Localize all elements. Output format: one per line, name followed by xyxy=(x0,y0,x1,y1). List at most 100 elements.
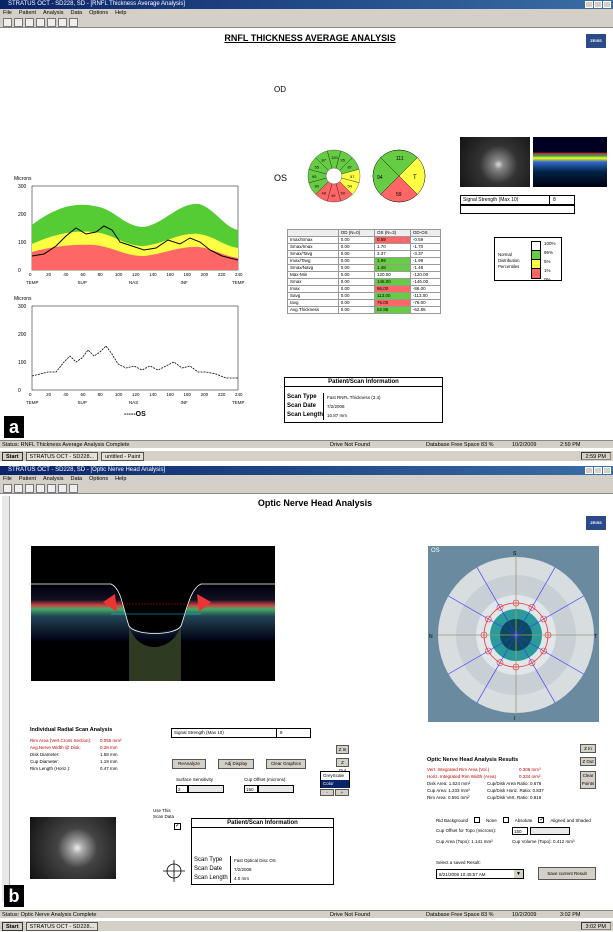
table-cell: -113.00 xyxy=(409,292,442,300)
z-in-button-right[interactable]: Z In xyxy=(580,744,596,753)
absolute-checkbox[interactable] xyxy=(502,817,509,823)
patient-info-labels: Scan Type Scan Date Scan Length xyxy=(287,393,323,420)
zeiss-logo: ZEISS xyxy=(586,516,606,530)
graph-icon[interactable] xyxy=(69,18,78,27)
window-title: STRATUS OCT - SD228, SD - [RNFL Thicknes… xyxy=(8,1,186,7)
cup-offset-topo-input[interactable]: 150 xyxy=(512,827,528,835)
greyscale-option[interactable]: GreyScale xyxy=(321,772,349,780)
legend-labels: 100% 95% 5% 1% 0% xyxy=(544,239,556,284)
surface-sensitivity-slider[interactable] xyxy=(188,785,224,793)
row-label: Disk Diameter: xyxy=(30,752,60,757)
cup-offset-topo-slider[interactable] xyxy=(530,827,570,835)
table-header-cell: OD-OS xyxy=(409,229,442,237)
menu-patient[interactable]: Patient xyxy=(19,475,36,483)
table-cell: 0.00 xyxy=(337,285,376,293)
adj-display-button[interactable]: Adj Display xyxy=(218,759,254,769)
clear-points-button[interactable]: Clear Points xyxy=(580,771,596,789)
x-tick-label: 140 xyxy=(149,272,157,277)
aligned-checkbox[interactable]: ✓ xyxy=(538,817,544,823)
z-out-button[interactable]: Z Out xyxy=(336,758,349,773)
panel-label-b: b xyxy=(4,885,24,907)
use-scan-checkbox[interactable]: ✓ xyxy=(174,823,181,830)
radial-scan-row: Rim Area (Vert.Cross Section): 0.055 mm² xyxy=(30,737,122,744)
table-cell: -120.00 xyxy=(409,271,442,279)
print-icon[interactable] xyxy=(25,484,34,493)
status-bar: Status: Optic Nerve Analysis Complete Dr… xyxy=(0,910,613,918)
maximize-button[interactable] xyxy=(594,1,602,8)
start-button[interactable]: Start xyxy=(2,921,23,931)
status-bar: Status: RNFL Thickness Average Analysis … xyxy=(0,440,613,448)
taskbar: Start STRATUS OCT - SD228... 3:02 PM xyxy=(0,920,613,931)
clear-graphics-button[interactable]: Clear Graphics xyxy=(266,759,306,769)
z-out-button-right[interactable]: Z Out xyxy=(580,757,596,766)
x-tick-label: 40 xyxy=(63,272,69,277)
reanalyze-button[interactable]: ReAnalyze xyxy=(172,759,206,769)
compass-s: S xyxy=(513,551,517,557)
open-icon[interactable] xyxy=(14,18,23,27)
menu-help[interactable]: Help xyxy=(115,9,126,17)
taskbar-item-paint[interactable]: untitled - Paint xyxy=(101,451,145,461)
chart-icon[interactable] xyxy=(58,484,67,493)
color-option[interactable]: Color xyxy=(321,780,349,788)
start-button[interactable]: Start xyxy=(2,451,23,461)
x-region-label: INF xyxy=(181,400,189,405)
close-button[interactable] xyxy=(603,1,611,8)
minimize-button[interactable] xyxy=(585,467,593,474)
report-icon[interactable] xyxy=(36,18,45,27)
chevron-down-icon[interactable]: ▼ xyxy=(514,870,523,878)
z-in-button[interactable]: Z In xyxy=(336,745,349,754)
x-tick-label: 80 xyxy=(98,392,104,397)
row-value: Cup/Disk Area Ratio: 0.676 xyxy=(487,781,542,786)
menu-patient[interactable]: Patient xyxy=(19,9,36,17)
scan-type-value: Fast Optical Disc OS xyxy=(234,858,276,863)
table-cell: -3.37 xyxy=(409,250,442,258)
tool-icon[interactable] xyxy=(47,484,56,493)
taskbar-item-stratus[interactable]: STRATUS OCT - SD228... xyxy=(25,451,99,461)
row-label: Rim Area (Vert.Cross Section): xyxy=(30,738,92,743)
close-button[interactable] xyxy=(603,467,611,474)
color-mode-list[interactable]: GreyScale Color xyxy=(320,771,350,788)
taskbar-item-stratus[interactable]: STRATUS OCT - SD228... xyxy=(25,921,99,931)
print-icon[interactable] xyxy=(25,18,34,27)
table-cell: 0.00 xyxy=(337,250,376,258)
menu-options[interactable]: Options xyxy=(89,475,108,483)
vertical-scrollbar[interactable] xyxy=(2,496,10,902)
patient-icon[interactable] xyxy=(3,18,12,27)
legend-swatches xyxy=(531,241,541,279)
menu-file[interactable]: File xyxy=(3,475,12,483)
cup-offset-slider[interactable] xyxy=(258,785,294,793)
fundus-image xyxy=(460,137,530,187)
onh-results-title: Optic Nerve Head Analysis Results xyxy=(427,757,519,763)
table-row: Max-Min 0.00 120.00 -120.00 xyxy=(287,271,442,279)
stepper-minus-button[interactable]: - xyxy=(320,789,334,796)
graph-icon[interactable] xyxy=(69,484,78,493)
cup-offset-input[interactable]: 150 xyxy=(244,785,258,793)
none-checkbox[interactable] xyxy=(474,817,481,823)
chart-legend: -----OS xyxy=(124,411,146,418)
menu-analysis[interactable]: Analysis xyxy=(43,475,63,483)
stepper-plus-button[interactable]: + xyxy=(335,789,349,796)
x-tick-label: 40 xyxy=(63,392,69,397)
menu-options[interactable]: Options xyxy=(89,9,108,17)
menu-data[interactable]: Data xyxy=(70,9,82,17)
open-icon[interactable] xyxy=(14,484,23,493)
maximize-button[interactable] xyxy=(594,467,602,474)
menu-data[interactable]: Data xyxy=(70,475,82,483)
menu-file[interactable]: File xyxy=(3,9,12,17)
chart-icon[interactable] xyxy=(58,18,67,27)
use-scan-label: Use This Scan Data xyxy=(153,808,175,819)
menu-help[interactable]: Help xyxy=(115,475,126,483)
radial-scan-row: Avg.Nerve Width @ Disk: 0.28 mm xyxy=(30,744,122,751)
y-tick-label: 0 xyxy=(18,268,21,274)
od-clock-chart: 1209587575450494880955587 xyxy=(307,149,361,203)
report-icon[interactable] xyxy=(36,484,45,493)
percentile-legend: Normal Distribution Percentiles 100% 95% 5… xyxy=(494,237,562,284)
surface-sensitivity-input[interactable]: 2 xyxy=(176,785,188,793)
minimize-button[interactable] xyxy=(585,1,593,8)
save-current-result-button[interactable]: Save current Result xyxy=(538,867,596,880)
menu-analysis[interactable]: Analysis xyxy=(43,9,63,17)
saved-result-select[interactable]: 8/21/2008 10:45:57 AM ▼ xyxy=(436,869,524,879)
patient-icon[interactable] xyxy=(3,484,12,493)
tool-icon[interactable] xyxy=(47,18,56,27)
x-region-label: NAS xyxy=(129,400,138,405)
